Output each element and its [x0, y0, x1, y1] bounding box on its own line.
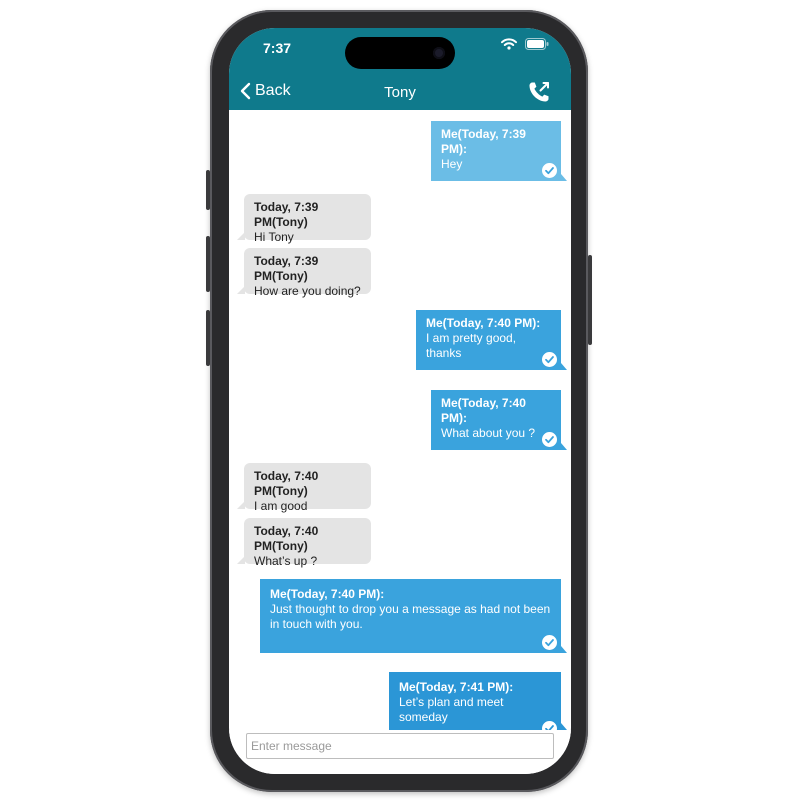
message-bubble: Today, 7:39 PM(Tony) Hi Tony — [237, 194, 371, 244]
camera-icon — [433, 47, 445, 59]
check-circle-icon — [542, 635, 557, 650]
battery-icon — [525, 38, 549, 50]
dynamic-island — [345, 37, 455, 69]
message-bubble: Me(Today, 7:40 PM): I am pretty good, th… — [416, 310, 567, 370]
status-time: 7:37 — [263, 40, 292, 56]
message-bubble: Me(Today, 7:40 PM): Just thought to drop… — [260, 579, 567, 653]
message-bubble: Today, 7:39 PM(Tony) How are you doing? — [237, 248, 371, 298]
phone-call-icon[interactable] — [527, 80, 551, 104]
message-bubble: Today, 7:40 PM(Tony) What’s up ? — [237, 518, 371, 568]
volume-down-button — [206, 310, 210, 366]
phone-screen: 7:37 Back Tony Me(Today, 7:39 PM): Hey T… — [229, 28, 571, 774]
check-circle-icon — [542, 432, 557, 447]
page-title: Tony — [384, 84, 416, 101]
volume-up-button — [206, 236, 210, 292]
action-button — [206, 170, 210, 210]
status-icons — [501, 38, 549, 50]
header-bar: 7:37 Back Tony — [229, 28, 571, 110]
message-bubble: Me(Today, 7:39 PM): Hey — [431, 121, 567, 181]
check-circle-icon — [542, 352, 557, 367]
composer-bar — [229, 730, 571, 774]
check-circle-icon — [542, 163, 557, 178]
power-button — [588, 255, 592, 345]
message-list[interactable]: Me(Today, 7:39 PM): Hey Today, 7:39 PM(T… — [229, 110, 571, 736]
wifi-icon — [501, 38, 517, 50]
message-input[interactable] — [246, 733, 554, 759]
message-bubble: Today, 7:40 PM(Tony) I am good — [237, 463, 371, 513]
message-bubble: Me(Today, 7:40 PM): What about you ? — [431, 390, 567, 450]
message-bubble: Me(Today, 7:41 PM): Let’s plan and meet … — [389, 672, 567, 736]
